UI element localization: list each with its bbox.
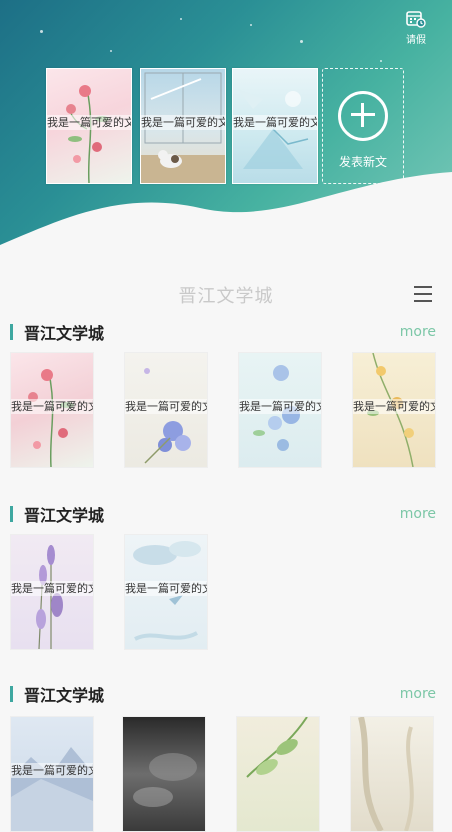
section-accent-bar [10, 324, 13, 340]
book-cover[interactable]: 我是一篇可爱的文 [124, 352, 208, 468]
more-link[interactable]: more [400, 324, 436, 340]
book-title: 我是一篇可爱的文 [141, 114, 226, 130]
leaf-illustration [246, 717, 308, 778]
section-accent-bar [10, 506, 13, 522]
title-bar: 晋江文学城 [0, 276, 452, 312]
section-header: 晋江文学城 more [0, 680, 452, 708]
book-cover[interactable]: 我是一篇可爱的文 [10, 352, 94, 468]
book-title: 我是一篇可爱的文 [11, 762, 94, 778]
header-banner: 请假 我是一篇可爱的文 我是一篇可爱的文 我是一篇可爱的文 发表新文 [0, 0, 452, 260]
menu-icon[interactable] [414, 286, 432, 302]
sparkle [250, 24, 252, 26]
book-cover[interactable] [236, 716, 320, 832]
book-cover[interactable]: 我是一篇可爱的文 [10, 716, 94, 832]
leave-button[interactable]: 请假 [398, 10, 434, 46]
book-title: 我是一篇可爱的文 [11, 580, 94, 596]
book-title: 我是一篇可爱的文 [233, 114, 318, 130]
section-header: 晋江文学城 more [0, 318, 452, 346]
texture-illustration [358, 717, 414, 831]
book-cover[interactable]: 我是一篇可爱的文 [352, 352, 436, 468]
app-title: 晋江文学城 [178, 286, 274, 307]
book-title: 我是一篇可爱的文 [125, 580, 208, 596]
header-wave [0, 172, 452, 260]
book-title: 我是一篇可爱的文 [47, 114, 132, 130]
more-link[interactable]: more [400, 686, 436, 702]
sparkle [300, 40, 303, 43]
book-cover[interactable]: 我是一篇可爱的文 [238, 352, 322, 468]
section-accent-bar [10, 686, 13, 702]
book-cover[interactable]: 我是一篇可爱的文 [10, 534, 94, 650]
section-title: 晋江文学城 [24, 324, 105, 343]
book-cover[interactable] [350, 716, 434, 832]
section-title: 晋江文学城 [24, 506, 105, 525]
book-title: 我是一篇可爱的文 [239, 398, 322, 414]
ink-illustration [133, 753, 197, 807]
book-title: 我是一篇可爱的文 [353, 398, 436, 414]
plus-circle-icon [338, 91, 388, 141]
book-title: 我是一篇可爱的文 [125, 398, 208, 414]
calendar-clock-icon [406, 11, 426, 28]
sparkle [110, 50, 112, 52]
book-title: 我是一篇可爱的文 [11, 398, 94, 414]
more-link[interactable]: more [400, 506, 436, 522]
sparkle [180, 18, 182, 20]
sparkle [380, 60, 382, 62]
leave-label: 请假 [406, 35, 426, 46]
book-cover[interactable] [122, 716, 206, 832]
sparkle [40, 30, 43, 33]
section-header: 晋江文学城 more [0, 500, 452, 528]
section-title: 晋江文学城 [24, 686, 105, 705]
book-cover[interactable]: 我是一篇可爱的文 [124, 534, 208, 650]
